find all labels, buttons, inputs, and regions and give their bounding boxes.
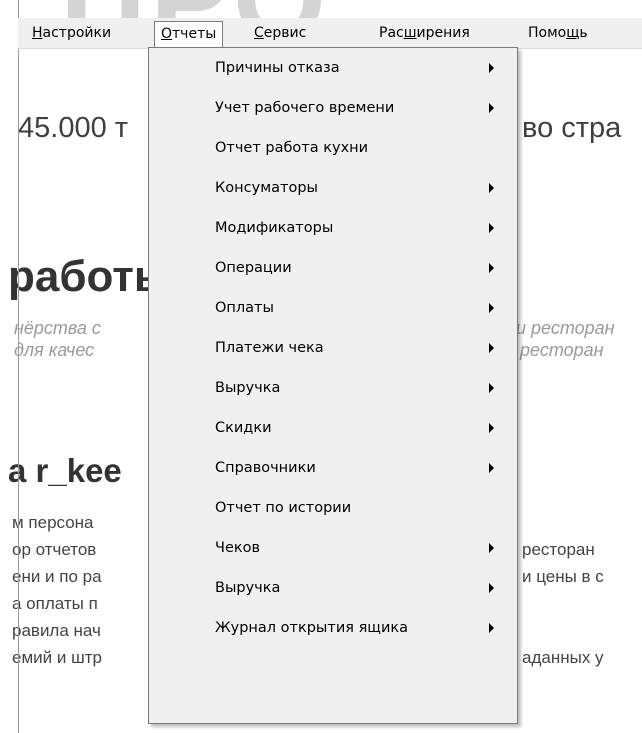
dropdown-menu-item[interactable]: Оплаты (149, 288, 517, 328)
menu-settings[interactable]: Настройки (26, 21, 117, 45)
menu-item-label: Модификаторы (215, 220, 334, 236)
background-body-line: равила нач (12, 621, 101, 640)
menu-help[interactable]: Помощь (522, 21, 594, 45)
dropdown-menu-item[interactable]: Отчет работа кухни (149, 128, 517, 168)
menu-item-label: Справочники (215, 460, 316, 476)
submenu-arrow-icon (489, 543, 494, 553)
background-body-line: м персона (12, 513, 94, 532)
submenu-arrow-icon (489, 63, 494, 73)
dropdown-menu-item[interactable]: Операции (149, 248, 517, 288)
mnemonic-letter: щ (566, 25, 580, 41)
menu-reports[interactable]: Отчеты (154, 21, 224, 48)
background-body-line: емий и штр (12, 648, 102, 667)
submenu-arrow-icon (489, 263, 494, 273)
background-body-line: и цены в с (522, 567, 604, 586)
background-italic-line: и ресторан (516, 318, 615, 338)
dropdown-menu-item[interactable]: Журнал открытия ящика (149, 608, 517, 648)
submenu-arrow-icon (489, 583, 494, 593)
menu-item-label: Скидки (215, 420, 272, 436)
dropdown-menu-item[interactable]: Отчет по истории (149, 488, 517, 528)
background-text-line: во стра (522, 112, 622, 144)
menu-item-label: Оплаты (215, 300, 274, 316)
menu-item-label: Журнал открытия ящика (215, 620, 409, 636)
menu-item-label: Отчет по истории (215, 500, 352, 516)
submenu-arrow-icon (489, 463, 494, 473)
mnemonic-letter: ш (403, 25, 417, 41)
background-italic-line: нёрства с (14, 318, 101, 338)
menu-item-label: Консуматоры (215, 180, 318, 196)
menu-item-label: Операции (215, 260, 292, 276)
dropdown-menu-item[interactable]: Модификаторы (149, 208, 517, 248)
menu-service[interactable]: Сервис (248, 21, 312, 45)
dropdown-menu-item[interactable]: Учет рабочего времени (149, 88, 517, 128)
menu-item-label: Причины отказа (215, 60, 340, 76)
menu-item-label: Платежи чека (215, 340, 324, 356)
menubar: Настройки Отчеты Сервис Расширения Помощ… (18, 18, 642, 49)
submenu-arrow-icon (489, 303, 494, 313)
background-subheading: а r_kee (8, 452, 122, 489)
background-italic-line: ресторан (520, 340, 604, 360)
submenu-arrow-icon (489, 223, 494, 233)
dropdown-menu-item[interactable]: Платежи чека (149, 328, 517, 368)
dropdown-menu-item[interactable]: Выручка (149, 568, 517, 608)
submenu-arrow-icon (489, 623, 494, 633)
submenu-arrow-icon (489, 383, 494, 393)
dropdown-menu-item[interactable]: Скидки (149, 408, 517, 448)
background-heading: работь (8, 252, 161, 301)
menu-item-label: Чеков (215, 540, 261, 556)
background-body-line: ени и по ра (12, 567, 102, 586)
submenu-arrow-icon (489, 183, 494, 193)
mnemonic-letter: С (254, 25, 264, 41)
background-text-line: 45.000 т (18, 112, 129, 144)
mnemonic-letter: О (161, 26, 173, 42)
background-body-line: ор отчетов (12, 540, 97, 559)
reports-dropdown-menu: Причины отказа Учет рабочего времени Отчет… (148, 47, 518, 724)
menu-item-label: Учет рабочего времени (215, 100, 395, 116)
menu-item-label: Выручка (215, 380, 281, 396)
dropdown-menu-item[interactable]: Причины отказа (149, 48, 517, 88)
submenu-arrow-icon (489, 343, 494, 353)
submenu-arrow-icon (489, 423, 494, 433)
dropdown-menu-item[interactable]: Выручка (149, 368, 517, 408)
window-left-border (18, 0, 19, 733)
dropdown-menu-item[interactable]: Консуматоры (149, 168, 517, 208)
background-body-line: а оплаты п (12, 594, 98, 613)
menu-item-label: Выручка (215, 580, 281, 596)
menu-item-label: Отчет работа кухни (215, 140, 369, 156)
background-body-line: ресторан (522, 540, 595, 559)
background-body-line: аданных у (522, 648, 604, 667)
submenu-arrow-icon (489, 103, 494, 113)
dropdown-menu-item[interactable]: Справочники (149, 448, 517, 488)
mnemonic-letter: Н (32, 25, 43, 41)
menu-extensions[interactable]: Расширения (373, 21, 476, 45)
background-italic-line: для качес (14, 340, 95, 360)
dropdown-menu-item[interactable]: Чеков (149, 528, 517, 568)
